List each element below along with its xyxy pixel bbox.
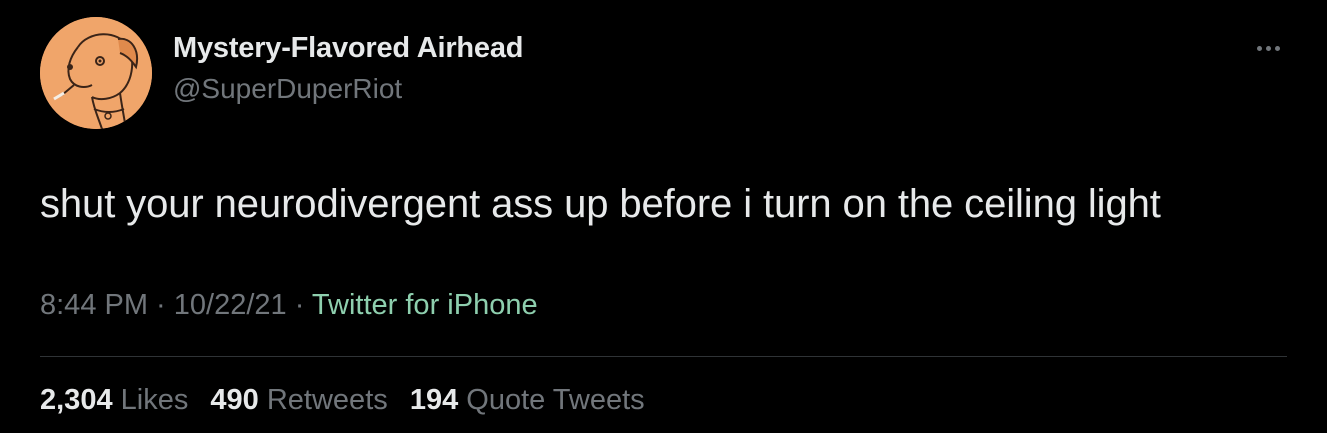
quote-tweets-count: 194: [409, 384, 459, 416]
tweet-time[interactable]: 8:44 PM: [40, 289, 148, 321]
likes-count: 2,304: [40, 384, 113, 416]
divider: [40, 356, 1287, 357]
likes-label: Likes: [120, 384, 189, 416]
meta-separator: ·: [148, 289, 174, 321]
more-options-button[interactable]: [1251, 38, 1285, 58]
quote-tweets-stat[interactable]: 194 Quote Tweets: [410, 384, 645, 416]
tweet-source-link[interactable]: Twitter for iPhone: [312, 289, 538, 321]
tweet-date[interactable]: 10/22/21: [174, 289, 287, 321]
author-display-name[interactable]: Mystery-Flavored Airhead: [173, 32, 523, 65]
cartoon-dog-icon: [40, 17, 152, 129]
tweet-text: shut your neurodivergent ass up before i…: [40, 182, 1161, 226]
meta-separator: ·: [286, 289, 312, 321]
quote-tweets-label: Quote Tweets: [466, 384, 645, 416]
tweet-meta: 8:44 PM · 10/22/21 · Twitter for iPhone: [40, 289, 538, 322]
retweets-stat[interactable]: 490 Retweets: [210, 384, 387, 416]
retweets-label: Retweets: [266, 384, 388, 416]
retweets-count: 490: [210, 384, 259, 416]
author-handle[interactable]: @SuperDuperRiot: [173, 73, 402, 105]
tweet-stats: 2,304 Likes 490 Retweets 194 Quote Tweet…: [40, 384, 659, 417]
tweet-detail: Mystery-Flavored Airhead @SuperDuperRiot…: [0, 0, 1327, 433]
avatar[interactable]: [40, 17, 152, 129]
more-icon: [1256, 45, 1280, 51]
likes-stat[interactable]: 2,304 Likes: [40, 384, 188, 416]
